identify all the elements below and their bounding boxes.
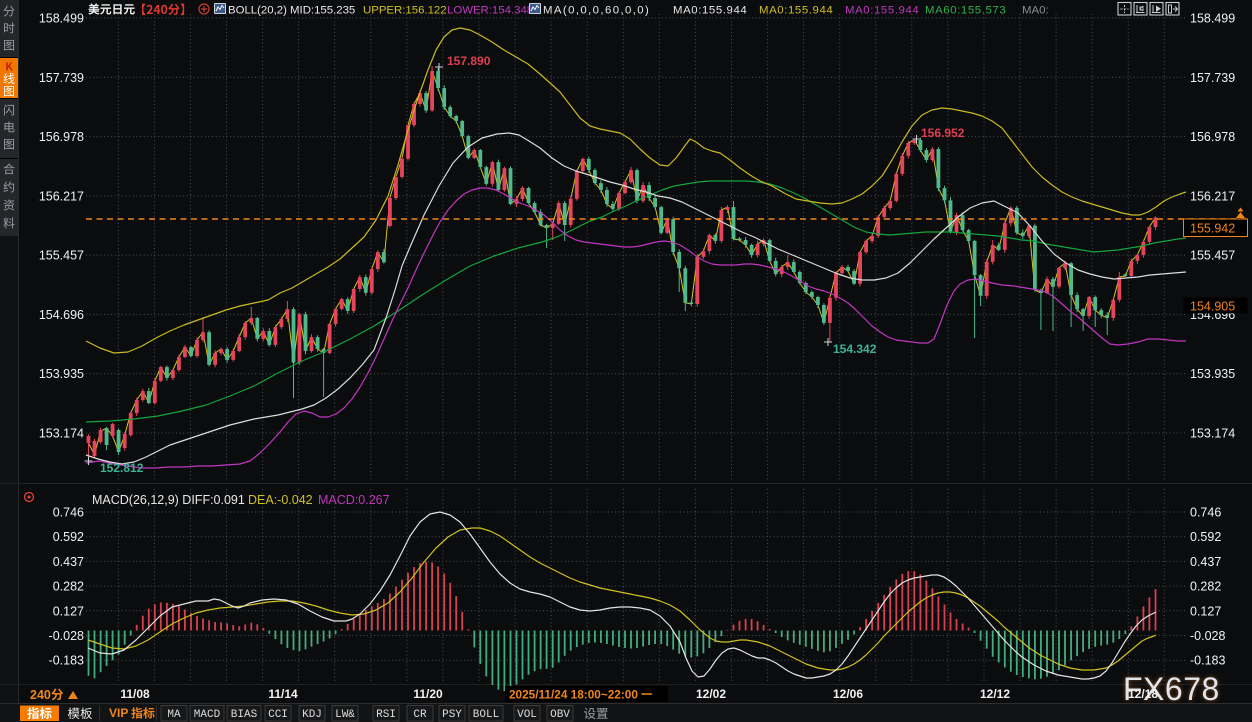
svg-text:152.812: 152.812 [100, 461, 144, 475]
svg-text:0.592: 0.592 [53, 530, 84, 544]
svg-text:11/20: 11/20 [413, 687, 443, 701]
svg-text:157.739: 157.739 [39, 71, 84, 85]
svg-text:-0.028: -0.028 [1190, 629, 1225, 643]
svg-text:153.174: 153.174 [1190, 426, 1235, 440]
svg-text:MA0:: MA0: [1022, 5, 1049, 17]
svg-text:155.457: 155.457 [1190, 249, 1235, 263]
svg-text:0.282: 0.282 [1190, 580, 1221, 594]
svg-text:12/12: 12/12 [980, 687, 1010, 701]
svg-text:MA(0,0,0,60,0,0): MA(0,0,0,60,0,0) [543, 5, 650, 17]
svg-text:MA60:155.573: MA60:155.573 [925, 5, 1006, 17]
svg-text:12/06: 12/06 [833, 687, 863, 701]
svg-text:0.282: 0.282 [53, 580, 84, 594]
svg-text:MA: MA [167, 709, 181, 721]
svg-text:0.746: 0.746 [53, 506, 84, 520]
svg-text:157.890: 157.890 [447, 54, 491, 68]
svg-text:2025/11/24 18:00~22:00: 2025/11/24 18:00~22:00 [509, 688, 638, 702]
svg-text:LOWER:154.348: LOWER:154.348 [447, 5, 533, 17]
svg-text:VIP: VIP [109, 706, 128, 720]
svg-text:KDJ: KDJ [302, 709, 322, 721]
svg-text:MACD: MACD [194, 709, 221, 721]
svg-text:156.952: 156.952 [921, 126, 965, 140]
svg-text:158.499: 158.499 [39, 12, 84, 26]
svg-text:156.978: 156.978 [39, 130, 84, 144]
svg-text:-0.028: -0.028 [49, 629, 84, 643]
svg-text:MACD(26,12,9) DIFF:0.091: MACD(26,12,9) DIFF:0.091 [92, 493, 245, 507]
svg-text:MACD:0.267: MACD:0.267 [318, 493, 390, 507]
svg-text:158.499: 158.499 [1190, 12, 1235, 26]
svg-text:OBV: OBV [550, 709, 570, 721]
svg-text:PSY: PSY [442, 709, 462, 721]
svg-text:BIAS: BIAS [231, 709, 258, 721]
svg-text:156.217: 156.217 [39, 189, 84, 203]
svg-text:156.217: 156.217 [1190, 189, 1235, 203]
svg-text:12/18: 12/18 [1128, 687, 1158, 701]
svg-text:155.457: 155.457 [39, 249, 84, 263]
svg-text:UPPER:156.122: UPPER:156.122 [363, 5, 447, 17]
svg-text:CR: CR [413, 709, 427, 721]
svg-text:154.905: 154.905 [1190, 300, 1235, 314]
svg-text:DEA:-0.042: DEA:-0.042 [248, 493, 313, 507]
svg-text:LW&: LW& [335, 709, 355, 721]
svg-text:MA0:155.944: MA0:155.944 [673, 5, 747, 17]
svg-text:CCI: CCI [268, 709, 288, 721]
svg-text:MA0:155.944: MA0:155.944 [759, 5, 833, 17]
svg-text:153.935: 153.935 [1190, 367, 1235, 381]
svg-text:-0.183: -0.183 [1190, 654, 1225, 668]
svg-text:RSI: RSI [376, 709, 396, 721]
svg-text:153.174: 153.174 [39, 426, 84, 440]
svg-text:MA0:155.944: MA0:155.944 [845, 5, 919, 17]
svg-text:0.127: 0.127 [1190, 604, 1221, 618]
svg-text:11/14: 11/14 [268, 687, 298, 701]
svg-text:11/08: 11/08 [120, 687, 150, 701]
svg-text:154.342: 154.342 [833, 342, 877, 356]
svg-text:VOL: VOL [517, 709, 537, 721]
svg-text:12/02: 12/02 [696, 687, 726, 701]
svg-text:0.437: 0.437 [53, 555, 84, 569]
svg-text:153.935: 153.935 [39, 367, 84, 381]
svg-text:BOLL(20,2) MID:155.235: BOLL(20,2) MID:155.235 [228, 5, 355, 17]
svg-text:154.696: 154.696 [39, 308, 84, 322]
svg-text:156.978: 156.978 [1190, 130, 1235, 144]
svg-text:155.942: 155.942 [1190, 222, 1235, 236]
svg-text:240: 240 [30, 688, 51, 702]
svg-text:0.592: 0.592 [1190, 530, 1221, 544]
svg-text:-0.183: -0.183 [49, 654, 84, 668]
svg-text:0.127: 0.127 [53, 604, 84, 618]
svg-text:0.746: 0.746 [1190, 506, 1221, 520]
svg-text:BOLL: BOLL [473, 709, 499, 721]
svg-text:157.739: 157.739 [1190, 71, 1235, 85]
svg-text:0.437: 0.437 [1190, 555, 1221, 569]
